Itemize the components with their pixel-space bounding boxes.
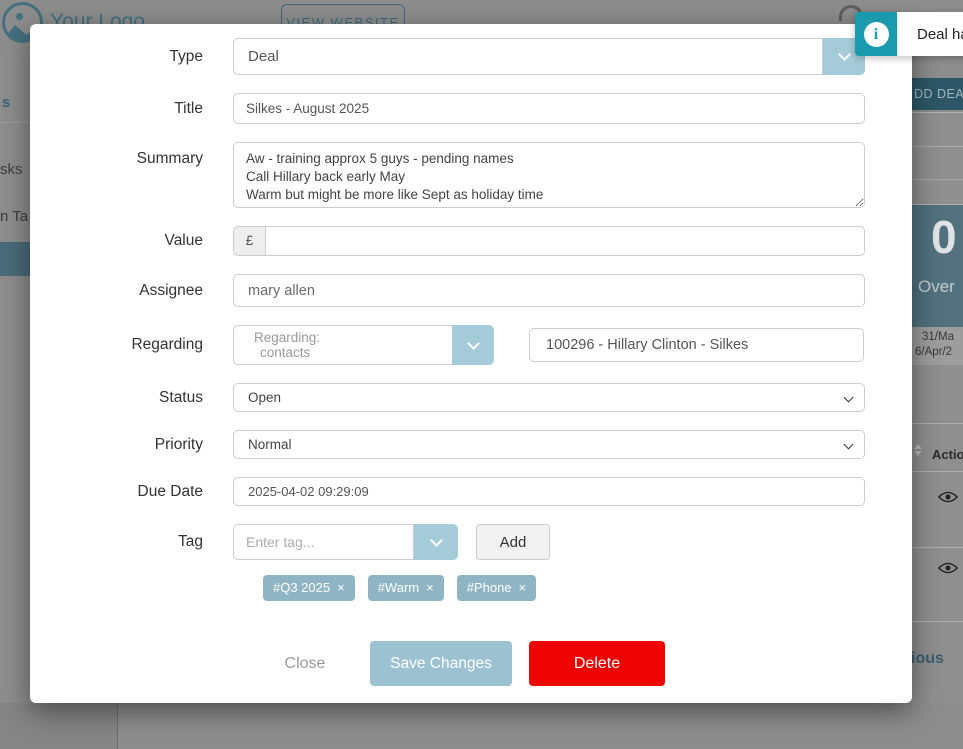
chevron-down-icon: [844, 440, 854, 450]
overdue-count: 0: [931, 210, 957, 264]
save-changes-button[interactable]: Save Changes: [370, 641, 512, 686]
assignee-label: Assignee: [30, 282, 233, 300]
remove-tag-icon[interactable]: ×: [426, 580, 434, 595]
sidebar-border: [117, 703, 118, 749]
status-row: Status Open: [30, 383, 912, 412]
tag-chip: #Q3 2025 ×: [263, 575, 355, 601]
status-value: Open: [248, 390, 281, 405]
date-fragment-1: 31/Ma: [922, 331, 954, 343]
summary-textarea[interactable]: Aw - training approx 5 guys - pending na…: [233, 142, 865, 208]
remove-tag-icon[interactable]: ×: [519, 580, 527, 595]
tag-chip-label: #Warm: [378, 580, 419, 595]
delete-button[interactable]: Delete: [529, 641, 665, 686]
toast-message: Deal has: [897, 12, 963, 56]
type-row: Type Deal: [30, 38, 912, 75]
sidebar-item-tasks-fragment: sks: [0, 161, 23, 178]
value-input[interactable]: [265, 226, 865, 256]
view-row-eye-icon: [938, 561, 958, 575]
due-date-row: Due Date: [30, 477, 912, 506]
actions-column-header: Action: [932, 447, 963, 462]
regarding-value-input[interactable]: [529, 328, 864, 362]
chevron-down-icon: [844, 393, 854, 403]
regarding-row: Regarding Regarding: contacts: [30, 325, 912, 365]
modal-footer: Close Save Changes Delete: [270, 641, 912, 686]
logo-eye-dot: [16, 13, 23, 20]
priority-select[interactable]: Normal: [233, 430, 865, 459]
summary-row: Summary Aw - training approx 5 guys - pe…: [30, 142, 912, 208]
edit-deal-modal: Type Deal Title Summary Aw - training ap…: [30, 24, 912, 703]
due-date-input[interactable]: [233, 477, 865, 506]
tag-input[interactable]: [233, 524, 414, 560]
regarding-select-line2: contacts: [254, 345, 452, 360]
tag-chip: #Phone ×: [457, 575, 536, 601]
type-select[interactable]: Deal: [233, 38, 823, 75]
currency-prefix: £: [233, 226, 265, 256]
status-select[interactable]: Open: [233, 383, 865, 412]
add-tag-button[interactable]: Add: [476, 524, 550, 560]
chevron-down-icon: [838, 48, 851, 61]
tag-row: Tag Add: [30, 524, 912, 560]
tab-underline: [0, 122, 30, 123]
value-label: Value: [30, 232, 233, 250]
background-form-rows: [912, 112, 963, 205]
priority-value: Normal: [248, 437, 292, 452]
tag-chip-label: #Q3 2025: [273, 580, 330, 595]
chevron-down-icon: [467, 337, 480, 350]
overdue-label-fragment: Over: [918, 277, 955, 297]
sidebar-bottom-strip: [0, 703, 117, 749]
tag-dropdown-button[interactable]: [414, 524, 458, 560]
regarding-select-line1: Regarding:: [254, 330, 452, 345]
info-icon: i: [864, 22, 889, 47]
tag-chips: #Q3 2025 × #Warm × #Phone ×: [263, 575, 912, 601]
toast-notification: i Deal has: [855, 12, 963, 56]
date-fragment-2: 6/Apr/2: [915, 346, 952, 358]
view-row-eye-icon: [938, 490, 958, 504]
title-row: Title: [30, 93, 912, 124]
regarding-label: Regarding: [30, 336, 233, 354]
regarding-type-select[interactable]: Regarding: contacts: [233, 325, 452, 365]
title-input[interactable]: [233, 93, 865, 124]
value-row: Value £: [30, 226, 912, 256]
priority-row: Priority Normal: [30, 430, 912, 459]
assignee-input[interactable]: [233, 274, 865, 307]
summary-label: Summary: [30, 142, 233, 168]
add-deal-button-fragment: DD DEAL: [912, 78, 963, 110]
regarding-dropdown-button[interactable]: [452, 325, 494, 365]
tag-chip-label: #Phone: [467, 580, 512, 595]
due-date-label: Due Date: [30, 483, 233, 501]
priority-label: Priority: [30, 436, 233, 454]
assignee-row: Assignee: [30, 274, 912, 307]
tag-label: Tag: [30, 533, 233, 551]
title-label: Title: [30, 100, 233, 118]
remove-tag-icon[interactable]: ×: [337, 580, 345, 595]
sort-icon: [914, 444, 922, 458]
type-label: Type: [30, 48, 233, 66]
close-button[interactable]: Close: [270, 655, 340, 673]
sidebar-selected-item: [0, 242, 31, 276]
chevron-down-icon: [430, 534, 443, 547]
status-label: Status: [30, 389, 233, 407]
app-screen: Your Logo VIEW WEBSITE s sks n Ta DD DEA…: [0, 0, 963, 749]
tag-chip: #Warm ×: [368, 575, 444, 601]
previous-button-fragment: ious: [911, 650, 944, 668]
toast-icon-panel: i: [855, 12, 897, 56]
sidebar-item-open-tasks-fragment: n Ta: [0, 208, 28, 225]
sidebar-item-deals-fragment: s: [2, 94, 10, 111]
